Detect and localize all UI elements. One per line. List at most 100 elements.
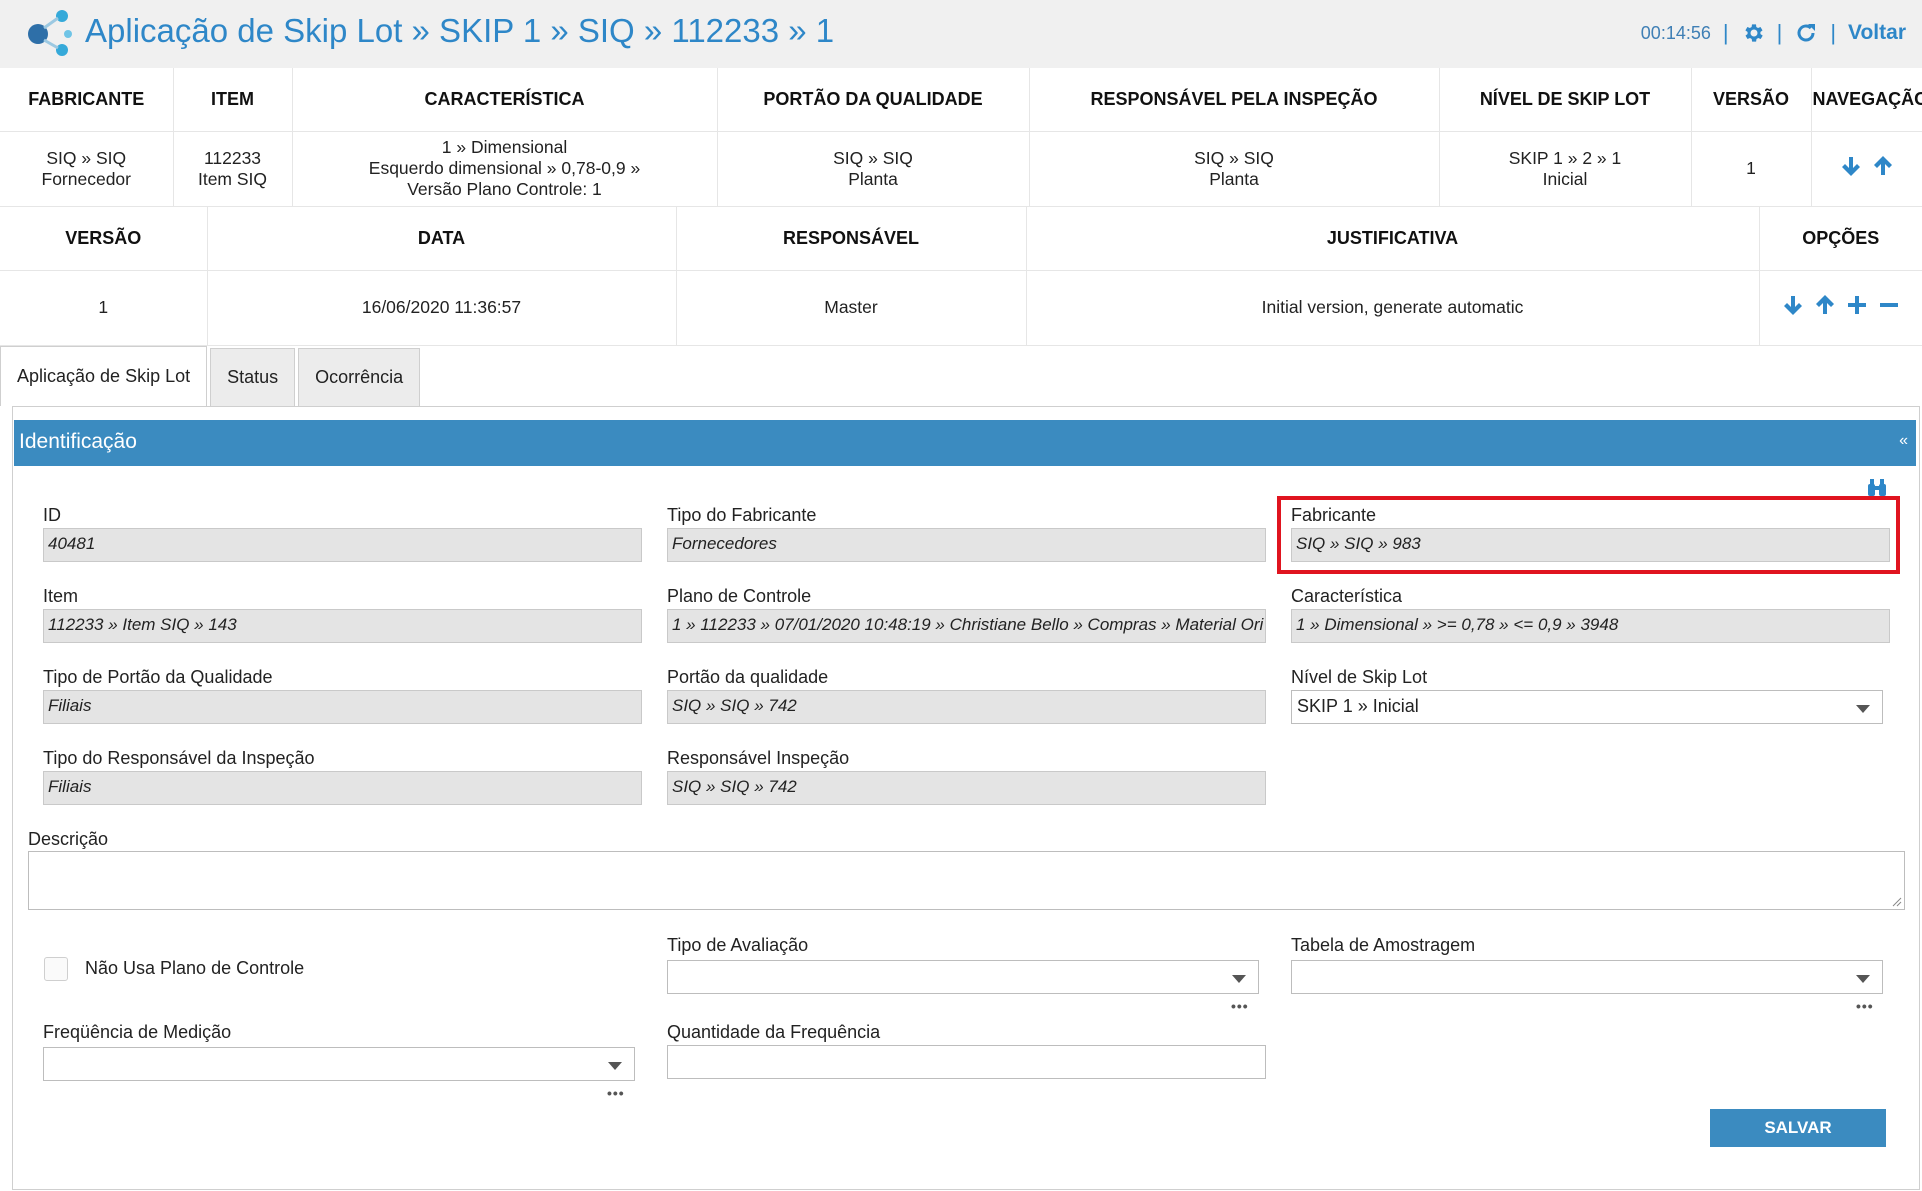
column-header: ITEM bbox=[173, 68, 293, 132]
cell-line: Inicial bbox=[1542, 168, 1588, 189]
skip-lot-summary-table: FABRICANTE ITEM CARACTERÍSTICA PORTÃO DA… bbox=[0, 68, 1922, 207]
cell-line: Fornecedor bbox=[41, 168, 132, 189]
versao-cell: 1 bbox=[0, 270, 208, 346]
cell-line: Versão Plano Controle: 1 bbox=[407, 179, 602, 199]
nivel-cell: SKIP 1 » 2 » 1 Inicial bbox=[1439, 131, 1692, 207]
tipo-avaliacao-select[interactable] bbox=[667, 960, 1259, 994]
more-options-icon[interactable]: ••• bbox=[1231, 998, 1249, 1014]
table-header-row: FABRICANTE ITEM CARACTERÍSTICA PORTÃO DA… bbox=[0, 68, 1922, 132]
app-logo-icon bbox=[28, 10, 72, 56]
column-header: DATA bbox=[207, 207, 677, 271]
tipo-avaliacao-label: Tipo de Avaliação bbox=[667, 935, 809, 955]
column-header: NÍVEL DE SKIP LOT bbox=[1439, 68, 1692, 132]
separator: | bbox=[1830, 20, 1837, 45]
resize-handle-icon[interactable] bbox=[1892, 897, 1902, 907]
nao-usa-plano-checkbox[interactable] bbox=[44, 957, 68, 981]
fabricante-label: Fabricante bbox=[1291, 505, 1377, 525]
fabricante-field: SIQ » SIQ » 983 bbox=[1291, 528, 1890, 562]
chevron-down-icon bbox=[1856, 975, 1870, 983]
page-title: Aplicação de Skip Lot » SKIP 1 » SIQ » 1… bbox=[85, 12, 835, 49]
tab-ocorrencia[interactable]: Ocorrência bbox=[298, 348, 421, 406]
selected-value: SKIP 1 » Inicial bbox=[1297, 696, 1419, 716]
refresh-icon[interactable] bbox=[1794, 21, 1818, 45]
minus-icon[interactable] bbox=[1877, 293, 1901, 317]
id-label: ID bbox=[43, 505, 61, 525]
caracteristica-cell: 1 » Dimensional Esquerdo dimensional » 0… bbox=[292, 131, 718, 207]
arrow-up-icon[interactable] bbox=[1871, 154, 1895, 178]
frequencia-medicao-label: Freqüência de Medição bbox=[43, 1022, 232, 1042]
tipo-fabricante-field: Fornecedores bbox=[667, 528, 1266, 562]
quantidade-frequencia-input[interactable] bbox=[667, 1045, 1266, 1079]
save-button[interactable]: SALVAR bbox=[1710, 1109, 1886, 1147]
caracteristica-label: Característica bbox=[1291, 586, 1403, 606]
cell-line: SIQ » SIQ bbox=[1194, 147, 1274, 168]
cell-line: Planta bbox=[1209, 168, 1259, 189]
plano-controle-label: Plano de Controle bbox=[667, 586, 812, 606]
portao-qualidade-label: Portão da qualidade bbox=[667, 667, 829, 687]
id-field: 40481 bbox=[43, 528, 642, 562]
column-header: RESPONSÁVEL bbox=[676, 207, 1027, 271]
item-label: Item bbox=[43, 586, 79, 606]
item-field: 112233 » Item SIQ » 143 bbox=[43, 609, 642, 643]
fabricante-cell: SIQ » SIQ Fornecedor bbox=[0, 131, 174, 207]
identificacao-section-header: Identificação « bbox=[14, 420, 1916, 466]
top-bar: Aplicação de Skip Lot » SKIP 1 » SIQ » 1… bbox=[0, 0, 1922, 68]
table-header-row: VERSÃO DATA RESPONSÁVEL JUSTIFICATIVA OP… bbox=[0, 207, 1922, 271]
gear-icon[interactable] bbox=[1741, 21, 1765, 45]
column-header: VERSÃO bbox=[0, 207, 208, 271]
column-header: PORTÃO DA QUALIDADE bbox=[717, 68, 1030, 132]
nao-usa-plano-label: Não Usa Plano de Controle bbox=[85, 958, 305, 978]
chevron-down-icon bbox=[608, 1062, 622, 1070]
tabela-amostragem-label: Tabela de Amostragem bbox=[1291, 935, 1476, 955]
arrow-down-icon[interactable] bbox=[1781, 293, 1805, 317]
version-history-table: VERSÃO DATA RESPONSÁVEL JUSTIFICATIVA OP… bbox=[0, 207, 1922, 346]
quantidade-frequencia-label: Quantidade da Frequência bbox=[667, 1022, 881, 1042]
nivel-skip-lot-select[interactable]: SKIP 1 » Inicial bbox=[1291, 690, 1883, 724]
cell-line: 112233 bbox=[203, 147, 262, 168]
table-row: 1 16/06/2020 11:36:57 Master Initial ver… bbox=[0, 270, 1922, 346]
cell-line: SKIP 1 » 2 » 1 bbox=[1508, 147, 1622, 168]
tipo-portao-field: Filiais bbox=[43, 690, 642, 724]
tabela-amostragem-select[interactable] bbox=[1291, 960, 1883, 994]
back-link[interactable]: Voltar bbox=[1848, 21, 1906, 45]
plano-controle-field: 1 » 112233 » 07/01/2020 10:48:19 » Chris… bbox=[667, 609, 1266, 643]
collapse-icon[interactable]: « bbox=[1899, 432, 1908, 450]
separator: | bbox=[1776, 20, 1783, 45]
descricao-label: Descrição bbox=[28, 829, 109, 849]
column-header: RESPONSÁVEL PELA INSPEÇÃO bbox=[1029, 68, 1440, 132]
column-header: OPÇÕES bbox=[1759, 207, 1922, 271]
frequencia-medicao-select[interactable] bbox=[43, 1047, 635, 1081]
responsavel-inspecao-label: Responsável Inspeção bbox=[667, 748, 850, 768]
more-options-icon[interactable]: ••• bbox=[1856, 998, 1874, 1014]
cell-line: 1 » Dimensional bbox=[441, 137, 568, 157]
column-header: CARACTERÍSTICA bbox=[292, 68, 718, 132]
session-timer: 00:14:56 bbox=[1640, 22, 1711, 43]
tipo-fabricante-label: Tipo do Fabricante bbox=[667, 505, 817, 525]
table-row: SIQ » SIQ Fornecedor 112233 Item SIQ 1 »… bbox=[0, 131, 1922, 207]
responsavel-cell: SIQ » SIQ Planta bbox=[1029, 131, 1440, 207]
column-header: JUSTIFICATIVA bbox=[1026, 207, 1760, 271]
column-header: NAVEGAÇÃO bbox=[1811, 68, 1922, 132]
plus-icon[interactable] bbox=[1845, 293, 1869, 317]
responsavel-inspecao-field: SIQ » SIQ » 742 bbox=[667, 771, 1266, 805]
chevron-down-icon bbox=[1856, 705, 1870, 713]
cell-line: SIQ » SIQ bbox=[46, 147, 127, 168]
tipo-portao-label: Tipo de Portão da Qualidade bbox=[43, 667, 273, 687]
tab-status[interactable]: Status bbox=[210, 348, 296, 406]
options-controls bbox=[1781, 293, 1901, 317]
header-actions: 00:14:56 | | | Voltar bbox=[1641, 18, 1906, 48]
more-options-icon[interactable]: ••• bbox=[607, 1085, 625, 1101]
column-header: VERSÃO bbox=[1691, 68, 1812, 132]
tipo-responsavel-label: Tipo do Responsável da Inspeção bbox=[43, 748, 315, 768]
versao-cell: 1 bbox=[1691, 131, 1812, 207]
tab-aplicacao-skip-lot[interactable]: Aplicação de Skip Lot bbox=[0, 346, 208, 406]
cell-line: Planta bbox=[848, 168, 898, 189]
arrow-up-icon[interactable] bbox=[1813, 293, 1837, 317]
descricao-textarea[interactable] bbox=[28, 851, 1905, 910]
arrow-down-icon[interactable] bbox=[1839, 154, 1863, 178]
item-cell: 112233 Item SIQ bbox=[173, 131, 293, 207]
data-cell: 16/06/2020 11:36:57 bbox=[207, 270, 677, 346]
tab-bar: Aplicação de Skip Lot Status Ocorrência bbox=[0, 346, 423, 406]
binoculars-icon[interactable] bbox=[1866, 478, 1888, 498]
cell-line: Esquerdo dimensional » 0,78-0,9 » bbox=[368, 158, 641, 178]
